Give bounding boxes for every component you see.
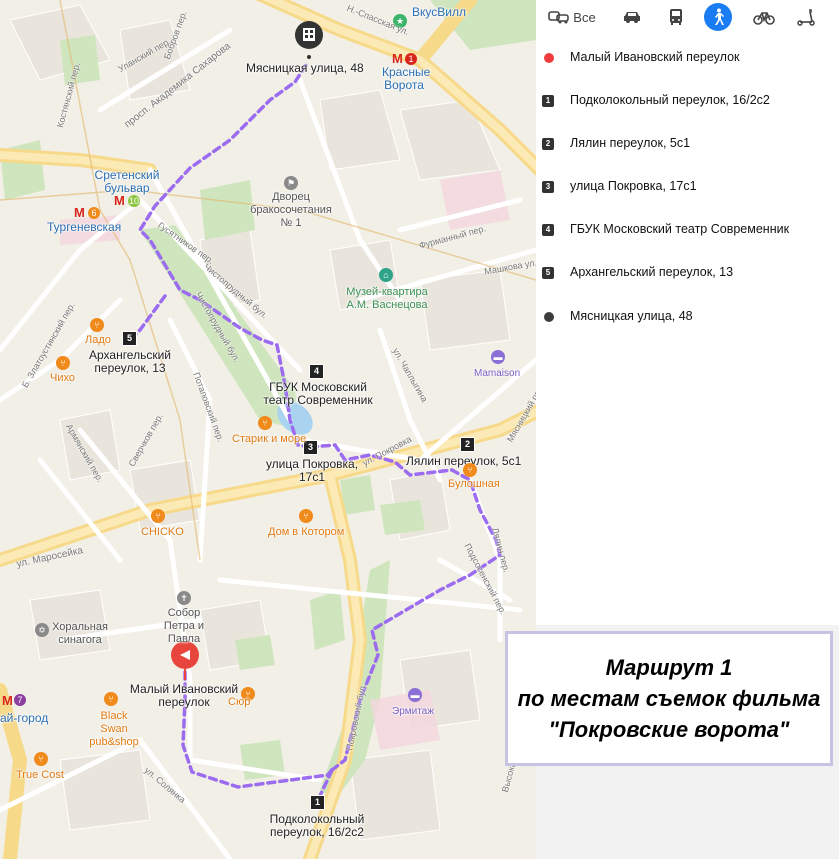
route-point-label: Лялин переулок, 5с1 — [570, 136, 691, 150]
end-dot-icon — [544, 312, 554, 322]
shop-icon: ⑂ — [34, 752, 48, 766]
mode-transit-button[interactable] — [660, 4, 692, 30]
restaurant-icon: ⑂ — [90, 318, 104, 332]
poi-starik-i-more[interactable]: Старик и море — [232, 433, 306, 446]
poi-horalnaya-sinagoga[interactable]: Хоральная синагога — [52, 621, 108, 647]
stop-number-badge: 4 — [542, 224, 554, 236]
church-icon: ✝ — [177, 591, 191, 605]
route-caption-box: Маршрут 1 по местам съемок фильма "Покро… — [505, 631, 833, 766]
restaurant-icon: ⑂ — [463, 463, 477, 477]
map-stop-1-label: Подколокольный переулок, 16/2с2 — [269, 812, 365, 839]
hotel-icon: ▬ — [491, 350, 505, 364]
restaurant-icon: ⑂ — [151, 509, 165, 523]
mode-all-button[interactable]: Все — [546, 4, 598, 30]
route-point-label: Малый Ивановский переулок — [570, 50, 740, 64]
route-point-4[interactable]: 4 ГБУК Московский театр Современник — [536, 221, 839, 241]
restaurant-icon: ⑂ — [258, 416, 272, 430]
map-stop-1-marker[interactable]: 1 — [310, 795, 325, 810]
pedestrian-icon — [715, 8, 724, 25]
caption-line-2: по местам съемок фильма — [517, 686, 821, 711]
bus-icon — [670, 9, 682, 25]
route-point-label: Подколокольный переулок, 16/2с2 — [570, 93, 770, 107]
mode-car-button[interactable] — [616, 4, 648, 30]
route-point-label: ГБУК Московский театр Современник — [570, 222, 790, 236]
mode-all-label: Все — [573, 9, 596, 25]
metro-icon: М — [392, 51, 403, 66]
route-point-3[interactable]: 3 улица Покровка, 17с1 — [536, 178, 839, 198]
metro-turgenevskaya[interactable]: Тургеневская — [47, 221, 121, 234]
metro-line-1-icon: 1 — [405, 53, 417, 65]
poi-chiho[interactable]: Чихо — [50, 372, 75, 385]
route-point-label: улица Покровка, 17с1 — [570, 179, 697, 193]
stop-number-badge: 1 — [542, 95, 554, 107]
route-point-start[interactable]: Малый Ивановский переулок — [536, 49, 839, 69]
map-stop-5-marker[interactable]: 5 — [122, 331, 137, 346]
map-stop-3-label: улица Покровка, 17с1 — [265, 457, 359, 484]
hotel-icon: ▬ — [408, 688, 422, 702]
flag-icon: ⚑ — [284, 176, 298, 190]
map-stop-4-label: ГБУК Московский театр Современник — [263, 380, 373, 407]
poi-bulochnaya[interactable]: Булошная — [448, 478, 500, 491]
metro-icon: М — [114, 193, 125, 208]
metro-line-6-icon: 6 — [88, 207, 100, 219]
car-bus-icon — [548, 11, 570, 24]
start-point-label: Малый Ивановский переулок — [129, 682, 239, 709]
restaurant-icon: ⑂ — [299, 509, 313, 523]
metro-line-7-icon: 7 — [14, 694, 26, 706]
route-point-1[interactable]: 1 Подколокольный переулок, 16/2с2 — [536, 92, 839, 112]
start-dot-icon — [544, 53, 554, 63]
transport-mode-bar: Все — [536, 0, 839, 34]
poi-sobor-petra-i-pavla[interactable]: Собор Петра и Павла — [152, 607, 216, 646]
poi-black-swan[interactable]: Black Swan pub&shop — [86, 710, 142, 749]
poi-muzei-vasnetsova[interactable]: Музей-квартира А.М. Васнецова — [344, 286, 430, 312]
car-icon — [624, 12, 640, 23]
poi-ermitazh[interactable]: Эрмитаж — [392, 705, 434, 718]
end-point-label: Мясницкая улица, 48 — [246, 61, 364, 75]
stop-number-badge: 2 — [542, 138, 554, 150]
metro-kitai-gorod[interactable]: ай-город — [0, 712, 48, 725]
route-point-label: Архангельский переулок, 13 — [570, 265, 734, 279]
stop-number-badge: 3 — [542, 181, 554, 193]
scooter-icon — [797, 9, 815, 26]
restaurant-icon: ⑂ — [56, 356, 70, 370]
poi-syur[interactable]: Сюр — [228, 696, 250, 709]
poi-mamaison[interactable]: Mamaison — [474, 367, 520, 380]
metro-icon: М — [2, 693, 13, 708]
metro-line-10-icon: 10 — [128, 195, 140, 207]
map-stop-4-marker[interactable]: 4 — [309, 364, 324, 379]
map-stop-5-label: Архангельский переулок, 13 — [88, 348, 171, 375]
mode-scooter-button[interactable] — [790, 4, 822, 30]
bar-icon: ⑂ — [104, 692, 118, 706]
stop-number-badge: 5 — [542, 267, 554, 279]
mode-walk-button[interactable] — [704, 3, 732, 31]
synagogue-icon: ✡ — [35, 623, 49, 637]
route-point-2[interactable]: 2 Лялин переулок, 5с1 — [536, 135, 839, 155]
map-stop-2-marker[interactable]: 2 — [460, 437, 475, 452]
caption-line-1: Маршрут 1 — [605, 655, 733, 680]
metro-sretensky-bulvar[interactable]: Сретенский бульвар — [92, 169, 162, 195]
map-view[interactable]: Мясницкая улица, 48 Малый Ивановский пер… — [0, 0, 536, 859]
poi-true-cost[interactable]: True Cost — [16, 769, 64, 782]
route-point-label: Мясницкая улица, 48 — [570, 309, 693, 323]
caption-line-3: "Покровские ворота" — [548, 717, 790, 742]
route-point-end[interactable]: Мясницкая улица, 48 — [536, 308, 839, 328]
museum-icon: ⌂ — [379, 268, 393, 282]
mode-bike-button[interactable] — [748, 4, 780, 30]
poi-lado[interactable]: Ладо — [85, 334, 111, 347]
route-panel: Все Малый Ивановский переулок 1 Подколок… — [536, 0, 839, 625]
metro-krasnye-vorota[interactable]: Красные Ворота — [382, 66, 430, 92]
bicycle-icon — [753, 12, 775, 25]
metro-icon: М — [74, 205, 85, 220]
poi-chicko[interactable]: CHICKO — [141, 526, 184, 539]
poi-dvorets[interactable]: Дворец бракосочетания № 1 — [250, 191, 332, 230]
poi-vkusvill[interactable]: ВкусВилл — [412, 6, 466, 19]
route-point-5[interactable]: 5 Архангельский переулок, 13 — [536, 264, 839, 284]
poi-dom-v-kotorom[interactable]: Дом в Котором — [268, 526, 344, 539]
map-canvas — [0, 0, 536, 859]
